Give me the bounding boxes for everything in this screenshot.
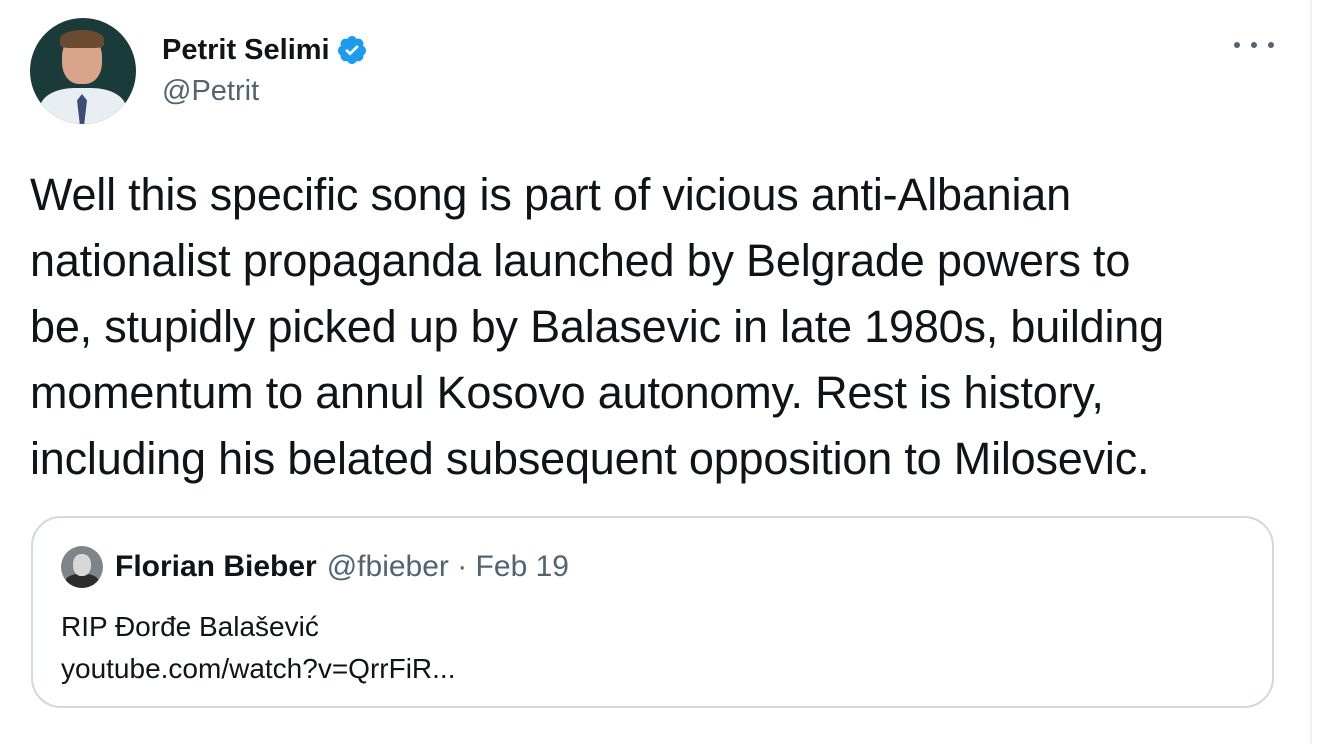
more-options-button[interactable] [1234, 30, 1274, 60]
tweet-text-line: momentum to annul Kosovo autonomy. Rest … [30, 367, 1104, 418]
quoted-tweet-link[interactable]: youtube.com/watch?v=QrrFiR... [61, 648, 455, 690]
quoted-author-name: Florian Bieber [115, 550, 317, 583]
quoted-tweet-body: RIP Đorđe Balašević youtube.com/watch?v=… [61, 606, 455, 690]
quoted-tweet-text: RIP Đorđe Balašević [61, 611, 319, 642]
quoted-tweet-card[interactable]: Florian Bieber @fbieber · Feb 19 RIP Đor… [31, 516, 1274, 708]
more-dot-icon [1251, 42, 1257, 48]
tweet-text-line: nationalist propaganda launched by Belgr… [30, 235, 1131, 286]
quoted-tweet-header: Florian Bieber @fbieber · Feb 19 [61, 546, 569, 588]
quoted-author-avatar [61, 546, 103, 588]
tweet-header: Petrit Selimi @Petrit [30, 18, 368, 124]
quoted-avatar-body [65, 574, 99, 588]
column-divider [1310, 0, 1312, 744]
tweet-text-line: Well this specific song is part of vicio… [30, 169, 1071, 220]
tweet-page: Petrit Selimi @Petrit Well this specific… [0, 0, 1328, 744]
quoted-author-meta: @fbieber · Feb 19 [326, 550, 569, 583]
author-name-row: Petrit Selimi [162, 31, 368, 69]
more-dot-icon [1268, 42, 1274, 48]
verified-badge-icon [337, 36, 366, 64]
tweet-text: Well this specific song is part of vicio… [30, 162, 1292, 492]
author-names: Petrit Selimi @Petrit [162, 31, 368, 111]
tweet-text-line: be, stupidly picked up by Balasevic in l… [30, 301, 1164, 352]
tweet-text-line: including his belated subsequent opposit… [30, 433, 1150, 484]
quoted-avatar-face [73, 554, 91, 576]
author-display-name[interactable]: Petrit Selimi [162, 31, 330, 69]
author-avatar[interactable] [30, 18, 136, 124]
avatar-hair [60, 30, 104, 48]
author-handle[interactable]: @Petrit [162, 71, 368, 111]
more-dot-icon [1234, 42, 1240, 48]
